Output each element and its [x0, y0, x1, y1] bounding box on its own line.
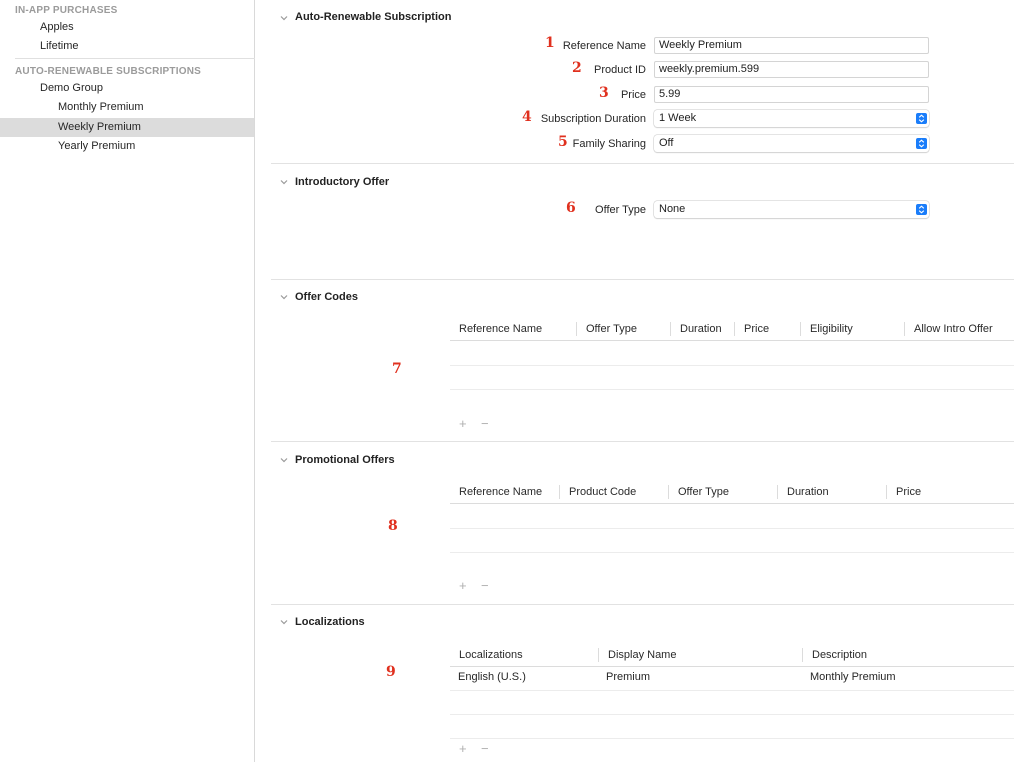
column-header[interactable]: Reference Name [450, 317, 542, 341]
section-title-offer-codes: Offer Codes [295, 291, 358, 303]
promotional-offers-table-header: Reference Name Product Code Offer Type D… [450, 480, 1014, 504]
family-sharing-popup[interactable]: Off [654, 135, 929, 152]
section-divider [271, 441, 1014, 442]
marker-4: 4 [522, 109, 532, 125]
table-row-divider [450, 528, 1014, 529]
localization-description[interactable]: Monthly Premium [810, 671, 896, 683]
section-divider [271, 604, 1014, 605]
section-title-auto-renewable: Auto-Renewable Subscription [295, 11, 452, 23]
table-row-divider [450, 714, 1014, 715]
marker-1: 1 [545, 35, 555, 51]
column-header[interactable]: Eligibility [801, 317, 853, 341]
column-header[interactable]: Display Name [599, 643, 676, 667]
subscription-duration-value: 1 Week [659, 112, 697, 124]
remove-promotional-offer-button[interactable]: − [481, 578, 489, 593]
table-row-divider [450, 552, 1014, 553]
product-id-label: Product ID [594, 64, 646, 76]
product-id-field[interactable]: weekly.premium.599 [654, 61, 929, 78]
sidebar-item-weekly-premium[interactable]: Weekly Premium [0, 118, 254, 137]
marker-6: 6 [566, 200, 576, 216]
section-divider [271, 163, 1014, 164]
sidebar-item-demo-group[interactable]: Demo Group [0, 79, 254, 98]
marker-3: 3 [599, 85, 609, 101]
table-row-divider [450, 389, 1014, 390]
popup-stepper-icon [916, 138, 927, 149]
offer-type-label: Offer Type [595, 204, 646, 216]
price-field[interactable]: 5.99 [654, 86, 929, 103]
marker-8: 8 [388, 518, 398, 534]
remove-localization-button[interactable]: − [481, 741, 489, 756]
offer-codes-table-header: Reference Name Offer Type Duration Price… [450, 317, 1014, 341]
sidebar-item-lifetime[interactable]: Lifetime [0, 37, 254, 56]
marker-5: 5 [558, 134, 568, 150]
section-title-promotional-offers: Promotional Offers [295, 454, 395, 466]
column-header[interactable]: Duration [778, 480, 829, 504]
sidebar-header-auto-renewable: AUTO-RENEWABLE SUBSCRIPTIONS [15, 66, 201, 77]
column-header[interactable]: Offer Type [577, 317, 637, 341]
column-header[interactable]: Price [887, 480, 921, 504]
section-divider [271, 279, 1014, 280]
localizations-table-header: Localizations Display Name Description [450, 643, 1014, 667]
column-header[interactable]: Description [803, 643, 867, 667]
sidebar-item-monthly-premium[interactable]: Monthly Premium [0, 98, 254, 117]
sidebar-item-yearly-premium[interactable]: Yearly Premium [0, 137, 254, 156]
section-title-introductory-offer: Introductory Offer [295, 176, 390, 188]
reference-name-label: Reference Name [562, 40, 646, 52]
reference-name-field[interactable]: Weekly Premium [654, 37, 929, 54]
remove-offer-code-button[interactable]: − [481, 416, 489, 431]
add-localization-button[interactable]: + [459, 741, 467, 756]
chevron-down-icon[interactable] [279, 292, 289, 302]
table-row-divider [450, 738, 1014, 739]
sidebar-header-in-app-purchases: IN-APP PURCHASES [15, 5, 118, 16]
column-header[interactable]: Product Code [560, 480, 636, 504]
add-offer-code-button[interactable]: + [459, 416, 467, 431]
column-header[interactable]: Price [735, 317, 769, 341]
family-sharing-value: Off [659, 137, 674, 149]
localization-display-name[interactable]: Premium [606, 671, 650, 683]
offer-type-value: None [659, 203, 686, 215]
offer-type-popup[interactable]: None [654, 201, 929, 218]
sidebar: IN-APP PURCHASES Apples Lifetime AUTO-RE… [0, 0, 255, 762]
add-promotional-offer-button[interactable]: + [459, 578, 467, 593]
column-header[interactable]: Offer Type [669, 480, 729, 504]
table-row-divider [450, 365, 1014, 366]
popup-stepper-icon [916, 204, 927, 215]
column-header[interactable]: Duration [671, 317, 722, 341]
sidebar-divider [15, 58, 255, 59]
chevron-down-icon[interactable] [279, 177, 289, 187]
table-row-divider [450, 690, 1014, 691]
marker-2: 2 [572, 60, 582, 76]
subscription-duration-label: Subscription Duration [540, 113, 646, 125]
column-header[interactable]: Allow Intro Offer [905, 317, 993, 341]
sidebar-item-apples[interactable]: Apples [0, 18, 254, 37]
section-title-localizations: Localizations [295, 616, 365, 628]
subscription-duration-popup[interactable]: 1 Week [654, 110, 929, 127]
marker-9: 9 [386, 664, 396, 680]
family-sharing-label: Family Sharing [572, 138, 646, 150]
column-header[interactable]: Reference Name [450, 480, 542, 504]
chevron-down-icon[interactable] [279, 455, 289, 465]
column-header[interactable]: Localizations [450, 643, 523, 667]
price-label: Price [620, 89, 646, 101]
popup-stepper-icon [916, 113, 927, 124]
chevron-down-icon[interactable] [279, 13, 289, 23]
localization-locale[interactable]: English (U.S.) [458, 671, 526, 683]
chevron-down-icon[interactable] [279, 617, 289, 627]
detail-pane: Auto-Renewable Subscription 1 Reference … [256, 0, 1014, 762]
marker-7: 7 [392, 361, 402, 377]
